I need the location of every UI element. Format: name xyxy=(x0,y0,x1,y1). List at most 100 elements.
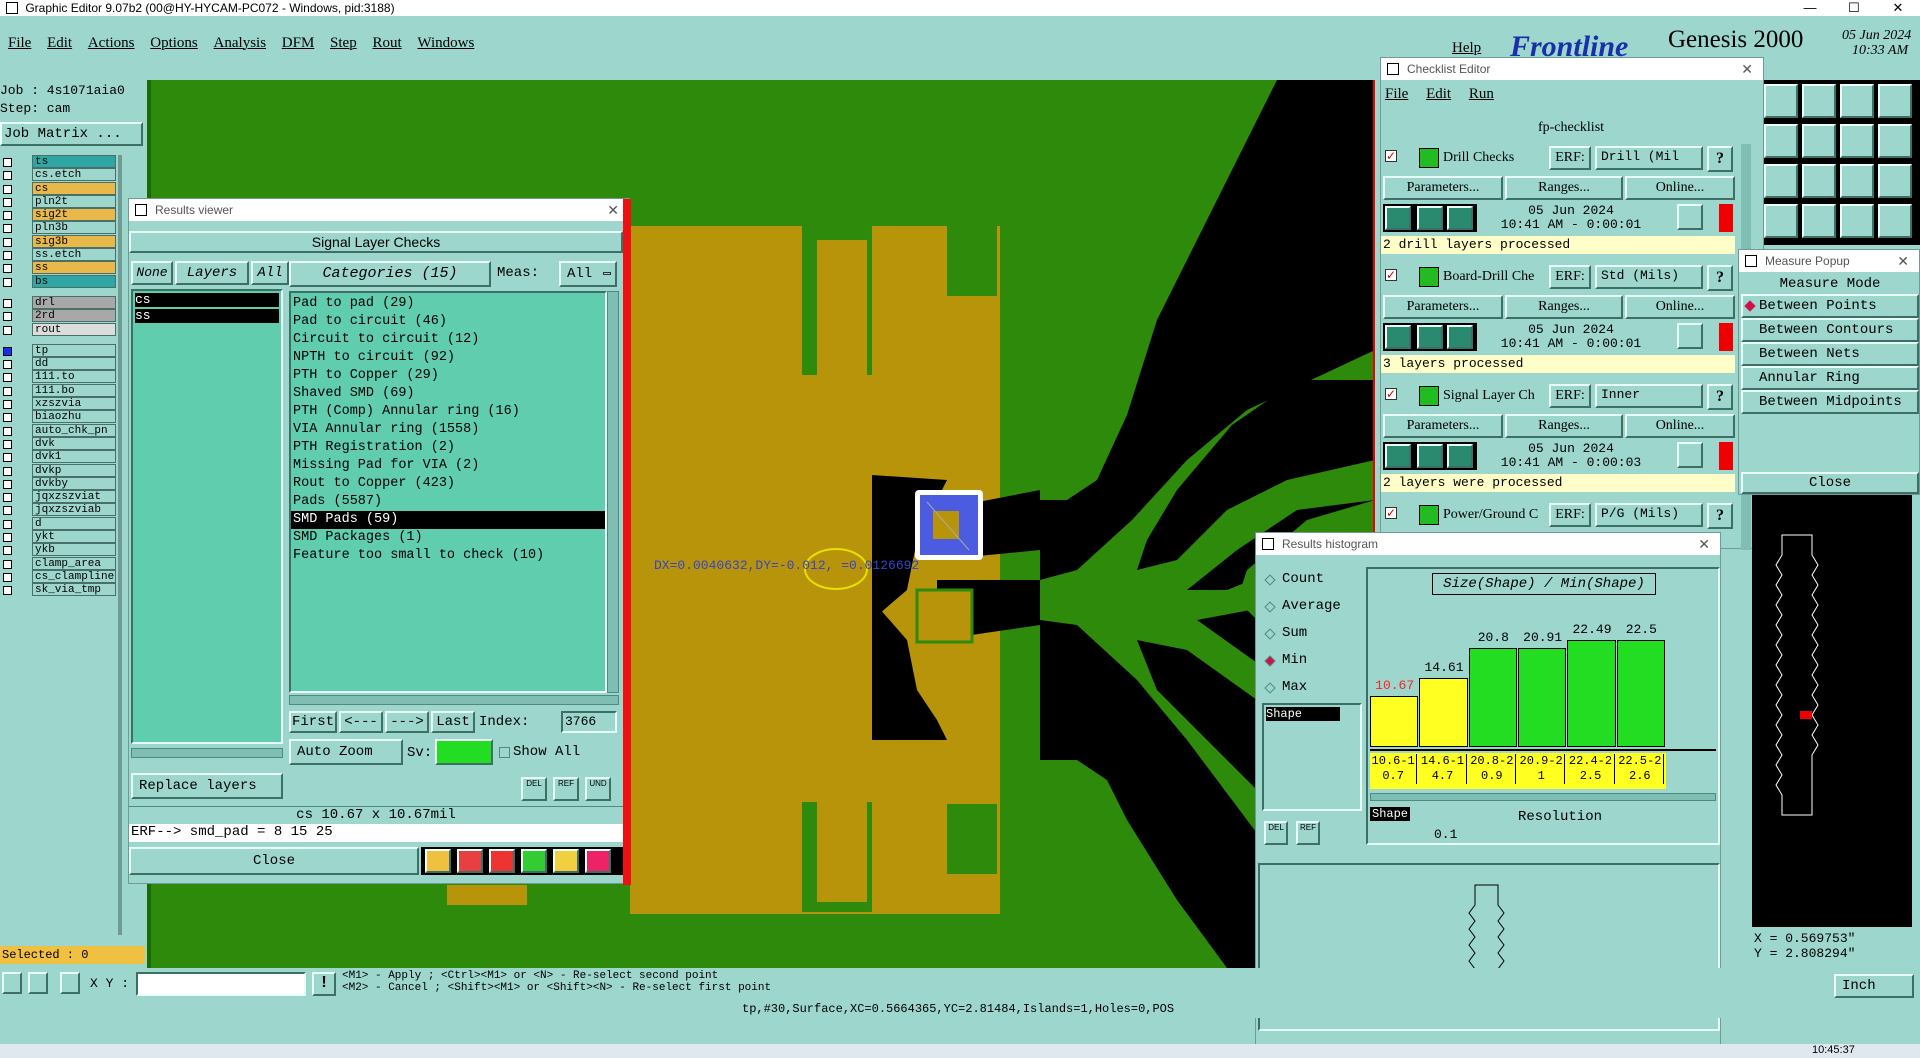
unit-select[interactable]: Inch xyxy=(1834,974,1914,998)
close-icon[interactable]: ✕ xyxy=(1897,250,1909,272)
zoom-icon[interactable] xyxy=(1677,204,1703,230)
layer-checkbox[interactable] xyxy=(3,466,12,476)
tool-icon[interactable] xyxy=(1878,84,1912,118)
layer-name[interactable]: 111.to xyxy=(32,370,116,384)
run-icon[interactable] xyxy=(1447,325,1473,349)
close-icon[interactable]: ✕ xyxy=(1741,58,1753,80)
layer-name[interactable]: ss xyxy=(32,261,116,275)
layer-name[interactable]: cs.etch xyxy=(32,168,116,182)
histogram-bar[interactable] xyxy=(1518,648,1567,747)
measure-mode-item[interactable]: Between Contours xyxy=(1741,318,1919,342)
menu-file[interactable]: File xyxy=(8,35,31,52)
sv-color-select[interactable] xyxy=(435,739,493,765)
run-icon[interactable] xyxy=(1447,444,1473,468)
next-button[interactable]: ---> xyxy=(385,711,429,733)
close-window-button[interactable]: ✕ xyxy=(1876,0,1920,16)
last-button[interactable]: Last xyxy=(431,711,475,733)
layer-checkbox[interactable] xyxy=(3,559,12,569)
step-icon[interactable] xyxy=(521,849,547,873)
layer-name[interactable]: sig3b xyxy=(32,234,116,248)
replace-layers-select[interactable]: Replace layers xyxy=(131,773,283,799)
tool-icon[interactable] xyxy=(1764,124,1798,158)
layer-name[interactable]: sk_via_tmp xyxy=(32,583,116,597)
highlight-icon[interactable] xyxy=(457,849,483,873)
layer-name[interactable]: ts xyxy=(32,155,116,168)
layer-name[interactable]: tp xyxy=(32,343,116,357)
layer-row[interactable]: 2rd xyxy=(0,309,118,323)
layer-name[interactable]: xzszvia xyxy=(32,397,116,411)
layer-name[interactable]: rout xyxy=(32,322,116,336)
ref-icon[interactable]: REF xyxy=(1296,821,1320,845)
menu-help[interactable]: Help xyxy=(1452,40,1481,57)
online-button[interactable]: Online... xyxy=(1625,176,1735,200)
layer-name[interactable]: ss.etch xyxy=(32,248,116,262)
layer-checkbox[interactable] xyxy=(3,533,12,543)
layer-row[interactable]: 111.bo xyxy=(0,383,118,397)
tool-icon[interactable] xyxy=(1840,164,1874,198)
category-item[interactable]: Pads (5587) xyxy=(291,493,605,511)
help-question-icon[interactable]: ? xyxy=(1707,503,1733,529)
tool-icon[interactable] xyxy=(1840,124,1874,158)
menu-dfm[interactable]: DFM xyxy=(282,35,315,52)
measure-mode-item[interactable]: Between Midpoints xyxy=(1741,390,1919,414)
layer-row[interactable]: auto_chk_pn xyxy=(0,423,118,437)
layer-name[interactable]: clamp_area xyxy=(32,556,116,570)
menu-options[interactable]: Options xyxy=(150,35,198,52)
ranges-button[interactable]: Ranges... xyxy=(1505,414,1623,438)
category-item[interactable]: PTH Registration (2) xyxy=(291,439,605,457)
tool-icon[interactable] xyxy=(1764,84,1798,118)
online-button[interactable]: Online... xyxy=(1625,414,1735,438)
category-item[interactable]: Circuit to circuit (12) xyxy=(291,331,605,349)
layer-checkbox[interactable] xyxy=(3,546,12,556)
layer-checkbox[interactable] xyxy=(3,386,12,396)
ref-icon[interactable]: REF xyxy=(553,777,579,801)
help-question-icon[interactable]: ? xyxy=(1707,146,1733,172)
layer-row[interactable]: tp xyxy=(0,343,118,357)
checklist-menu-edit[interactable]: Edit xyxy=(1426,86,1451,102)
layer-checkbox[interactable] xyxy=(3,312,12,322)
tool-icon[interactable] xyxy=(1802,204,1836,238)
layer-row[interactable]: cs.etch xyxy=(0,168,118,182)
layer-row[interactable]: sig3b xyxy=(0,234,118,248)
none-button[interactable]: None xyxy=(131,261,173,285)
layer-name[interactable]: dd xyxy=(32,357,116,371)
report-icon[interactable] xyxy=(553,849,579,873)
layer-row[interactable]: ts xyxy=(0,155,118,168)
layer-checkbox[interactable] xyxy=(3,479,12,489)
tool-icon[interactable] xyxy=(1878,204,1912,238)
help-question-icon[interactable]: ? xyxy=(1707,384,1733,410)
menu-actions[interactable]: Actions xyxy=(88,35,135,52)
category-item[interactable]: NPTH to circuit (92) xyxy=(291,349,605,367)
online-button[interactable]: Online... xyxy=(1625,295,1735,319)
layer-row[interactable]: ykb xyxy=(0,543,118,557)
layer-checkbox[interactable] xyxy=(3,298,12,308)
layer-row[interactable]: cs xyxy=(0,181,118,195)
categories-list[interactable]: Pad to pad (29) Pad to circuit (46) Circui… xyxy=(289,291,607,693)
histogram-hscroll[interactable] xyxy=(1370,793,1716,801)
layer-checkbox[interactable] xyxy=(3,360,12,370)
minimize-button[interactable]: — xyxy=(1788,0,1832,16)
first-button[interactable]: First xyxy=(289,711,337,733)
layer-checkbox[interactable] xyxy=(3,224,12,234)
show-all-checkbox[interactable] xyxy=(499,747,510,758)
tool-icon[interactable] xyxy=(28,972,48,994)
close-icon[interactable]: ✕ xyxy=(1698,533,1710,555)
measure-mode-item[interactable]: Between Nets xyxy=(1741,342,1919,366)
tool-icon[interactable] xyxy=(1802,164,1836,198)
attr-item-shape[interactable]: Shape xyxy=(1266,707,1340,721)
category-item[interactable]: PTH (Comp) Annular ring (16) xyxy=(291,403,605,421)
layer-row[interactable]: bs xyxy=(0,274,118,288)
layer-checkbox[interactable] xyxy=(3,264,12,274)
help-question-icon[interactable]: ? xyxy=(1707,265,1733,291)
layer-checkbox[interactable] xyxy=(3,171,12,181)
run-icon[interactable] xyxy=(1417,444,1443,468)
check-enabled-checkbox[interactable]: ✓ xyxy=(1385,269,1397,281)
layer-row[interactable]: dvkby xyxy=(0,476,118,490)
checklist-menu-file[interactable]: File xyxy=(1385,86,1408,102)
erf-select[interactable]: P/G (Mils) xyxy=(1595,503,1703,527)
menu-analysis[interactable]: Analysis xyxy=(214,35,267,52)
run-icon[interactable] xyxy=(1385,206,1411,230)
category-item[interactable]: PTH to Copper (29) xyxy=(291,367,605,385)
category-item[interactable]: Feature too small to check (10) xyxy=(291,547,605,565)
layer-checkbox[interactable] xyxy=(3,453,12,463)
